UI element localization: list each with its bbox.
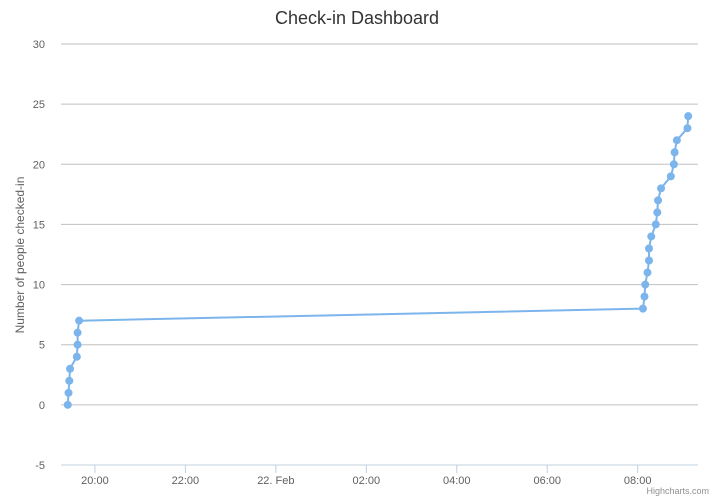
data-point[interactable]	[641, 280, 650, 289]
chart-title: Check-in Dashboard	[275, 8, 439, 28]
x-tick-label: 04:00	[443, 475, 471, 487]
data-point[interactable]	[654, 196, 663, 205]
data-point[interactable]	[651, 220, 660, 229]
y-tick-label: 20	[33, 159, 45, 171]
x-tick-label: 20:00	[81, 475, 109, 487]
data-point[interactable]	[645, 244, 653, 253]
data-point[interactable]	[647, 232, 656, 241]
y-tick-label: -5	[35, 460, 45, 472]
data-point[interactable]	[64, 388, 73, 397]
y-axis-tick-labels: -5 0 5 10 15 20 25 30	[33, 39, 45, 472]
data-point[interactable]	[683, 124, 692, 133]
x-tick-label: 06:00	[533, 475, 561, 487]
grid	[61, 43, 698, 466]
data-point[interactable]	[73, 340, 82, 349]
data-point[interactable]	[666, 172, 675, 181]
data-point[interactable]	[66, 364, 75, 373]
series-line	[66, 115, 690, 406]
data-point[interactable]	[72, 352, 81, 361]
check-in-chart: Check-in Dashboard -5 0 5 10 15 20 25 30 20:00 2…	[13, 8, 709, 496]
data-point[interactable]	[643, 268, 652, 277]
series-checkins	[63, 112, 693, 409]
data-point[interactable]	[63, 400, 72, 409]
data-point[interactable]	[672, 136, 681, 145]
y-tick-label: 30	[33, 39, 45, 51]
y-tick-label: 10	[33, 280, 45, 292]
y-axis-title: Number of people checked-in	[13, 177, 27, 334]
y-tick-label: 25	[33, 99, 45, 111]
data-point[interactable]	[669, 160, 678, 169]
y-tick-label: 5	[39, 340, 45, 352]
x-tick-label: 22:00	[172, 475, 200, 487]
y-tick-label: 15	[33, 219, 45, 231]
data-point[interactable]	[670, 148, 679, 157]
data-point[interactable]	[645, 256, 653, 265]
x-tick-label: 22. Feb	[257, 475, 294, 487]
x-axis: 20:00 22:00 22. Feb 02:00 04:00 06:00 08:00	[61, 464, 698, 487]
data-point[interactable]	[73, 328, 82, 337]
data-point[interactable]	[640, 292, 649, 301]
x-tick-label: 02:00	[353, 475, 381, 487]
data-point[interactable]	[75, 316, 84, 325]
data-point[interactable]	[653, 208, 662, 217]
data-point[interactable]	[684, 112, 693, 121]
y-tick-label: 0	[39, 400, 45, 412]
data-point[interactable]	[638, 304, 647, 313]
data-point[interactable]	[65, 376, 74, 385]
highcharts-credit[interactable]: Highcharts.com	[646, 486, 709, 496]
data-point[interactable]	[657, 184, 666, 193]
